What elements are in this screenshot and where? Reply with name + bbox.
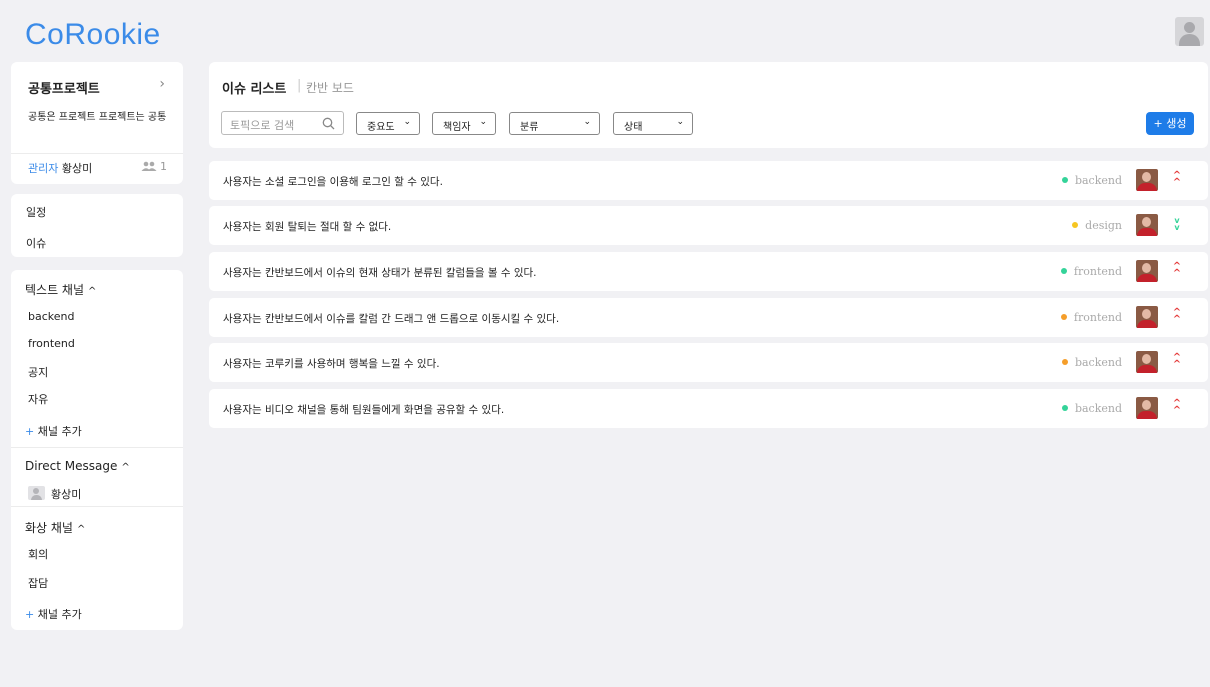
- project-admin: 관리자 황상미: [28, 160, 92, 176]
- tab-kanban-board[interactable]: 칸반 보드: [306, 79, 354, 96]
- assignee-avatar[interactable]: [1136, 351, 1158, 373]
- admin-name: 황상미: [61, 162, 93, 175]
- chevron-down-icon: ⌄: [676, 117, 684, 127]
- direct-message-header[interactable]: Direct Message ^: [25, 459, 130, 473]
- issue-toolbar: 이슈 리스트 | 칸반 보드 토픽으로 검색 중요도 ⌄ 책임자 ⌄ 분류 ⌄ 상태 ⌄…: [209, 62, 1208, 148]
- tag-dot: [1060, 314, 1067, 320]
- project-description: 공통은 프로젝트 프로젝트는 공통: [28, 112, 167, 123]
- issue-title[interactable]: 사용자는 소셜 로그인을 이용해 로그인 할 수 있다.: [223, 174, 443, 189]
- issue-tag: backend: [1061, 356, 1122, 369]
- create-issue-button[interactable]: + 생성: [1146, 112, 1194, 135]
- admin-label: 관리자: [28, 162, 59, 175]
- tab-separator: |: [297, 78, 302, 93]
- issue-row[interactable]: 사용자는 회원 탈퇴는 절대 할 수 없다. design v v: [209, 206, 1208, 245]
- priority-high-icon: ^ ^: [1172, 261, 1182, 279]
- issue-title[interactable]: 사용자는 비디오 채널을 통해 팀원들에게 화면을 공유할 수 있다.: [223, 402, 504, 417]
- priority-high-icon: ^ ^: [1172, 352, 1182, 370]
- nav-item-issues[interactable]: 이슈: [26, 235, 46, 251]
- filter-assignee[interactable]: 책임자 ⌄: [432, 112, 496, 135]
- chevron-up-icon: ^: [121, 462, 130, 473]
- text-channel-header[interactable]: 텍스트 채널 ^: [25, 281, 96, 298]
- issue-row[interactable]: 사용자는 칸반보드에서 이슈의 현재 상태가 분류된 칼럼들을 볼 수 있다. f…: [209, 252, 1208, 291]
- issue-tag: frontend: [1060, 311, 1122, 324]
- issue-tag: backend: [1061, 402, 1122, 415]
- filter-importance[interactable]: 중요도 ⌄: [356, 112, 420, 135]
- tag-dot: [1061, 177, 1068, 183]
- channel-card: 텍스트 채널 ^ backend frontend 공지 자유 + 채널 추가 D…: [11, 270, 183, 630]
- filter-status[interactable]: 상태 ⌄: [613, 112, 693, 135]
- priority-high-icon: ^ ^: [1172, 170, 1182, 188]
- tag-dot: [1061, 405, 1068, 411]
- tag-dot: [1061, 359, 1068, 365]
- plus-icon: +: [25, 608, 35, 621]
- member-count[interactable]: 1: [141, 160, 167, 173]
- assignee-avatar[interactable]: [1136, 214, 1158, 236]
- app-logo[interactable]: CoRookie: [25, 18, 161, 52]
- chevron-up-icon: ^: [76, 524, 86, 535]
- nav-item-schedule[interactable]: 일정: [26, 204, 46, 220]
- issue-tag: design: [1072, 219, 1122, 232]
- add-text-channel-button[interactable]: + 채널 추가: [25, 423, 82, 439]
- dm-avatar-icon: [28, 486, 45, 500]
- issue-title[interactable]: 사용자는 칸반보드에서 이슈의 현재 상태가 분류된 칼럼들을 볼 수 있다.: [223, 265, 537, 280]
- assignee-avatar[interactable]: [1136, 260, 1158, 282]
- group-icon: [141, 161, 157, 171]
- priority-high-icon: ^ ^: [1172, 307, 1182, 325]
- search-input[interactable]: 토픽으로 검색: [221, 111, 344, 135]
- project-card: 공통프로젝트 › 공통은 프로젝트 프로젝트는 공통 관리자 황상미 1: [11, 62, 183, 184]
- plus-icon: +: [25, 425, 35, 438]
- priority-high-icon: ^ ^: [1172, 398, 1182, 416]
- issue-row[interactable]: 사용자는 칸반보드에서 이슈를 칼럼 간 드래그 앤 드롭으로 이동시킬 수 있…: [209, 298, 1208, 337]
- issue-title[interactable]: 사용자는 칸반보드에서 이슈를 칼럼 간 드래그 앤 드롭으로 이동시킬 수 있…: [223, 311, 559, 326]
- search-icon: [322, 117, 335, 130]
- tab-issue-list[interactable]: 이슈 리스트: [222, 78, 286, 97]
- channel-item-free[interactable]: 자유: [28, 391, 48, 407]
- divider: [11, 153, 183, 154]
- chevron-right-icon[interactable]: ›: [159, 76, 165, 92]
- assignee-avatar[interactable]: [1136, 397, 1158, 419]
- chevron-down-icon: ⌄: [479, 117, 487, 127]
- search-placeholder: 토픽으로 검색: [230, 119, 295, 132]
- add-video-channel-button[interactable]: + 채널 추가: [25, 606, 82, 622]
- issue-title[interactable]: 사용자는 코루키를 사용하며 행복을 느낄 수 있다.: [223, 356, 440, 371]
- video-channel-meeting[interactable]: 회의: [28, 546, 48, 562]
- chevron-down-icon: ⌄: [403, 117, 411, 127]
- filter-category[interactable]: 분류 ⌄: [509, 112, 600, 135]
- chevron-down-icon: ⌄: [583, 117, 591, 127]
- video-channel-chat[interactable]: 잡담: [28, 575, 48, 591]
- channel-item-backend[interactable]: backend: [28, 310, 74, 323]
- user-icon: [1184, 22, 1195, 33]
- channel-item-notice[interactable]: 공지: [28, 364, 48, 380]
- tag-dot: [1060, 268, 1067, 274]
- channel-item-frontend[interactable]: frontend: [28, 337, 75, 350]
- issue-row[interactable]: 사용자는 비디오 채널을 통해 팀원들에게 화면을 공유할 수 있다. backe…: [209, 389, 1208, 428]
- dm-item[interactable]: 황상미: [51, 486, 81, 502]
- issue-tag: frontend: [1060, 265, 1122, 278]
- project-name: 공통프로젝트: [28, 82, 100, 97]
- user-avatar[interactable]: [1175, 17, 1204, 46]
- divider: [11, 506, 183, 507]
- issue-row[interactable]: 사용자는 소셜 로그인을 이용해 로그인 할 수 있다. backend ^ ^: [209, 161, 1208, 200]
- tag-dot: [1072, 222, 1079, 228]
- issue-tag: backend: [1061, 174, 1122, 187]
- priority-low-icon: vv: [1174, 216, 1180, 232]
- nav-card: 일정 이슈: [11, 194, 183, 257]
- divider: [11, 447, 183, 448]
- issue-row[interactable]: 사용자는 코루키를 사용하며 행복을 느낄 수 있다. backend ^ ^: [209, 343, 1208, 382]
- video-channel-header[interactable]: 화상 채널 ^: [25, 519, 85, 536]
- chevron-up-icon: ^: [88, 286, 97, 297]
- issue-title[interactable]: 사용자는 회원 탈퇴는 절대 할 수 없다.: [223, 219, 391, 234]
- assignee-avatar[interactable]: [1136, 306, 1158, 328]
- assignee-avatar[interactable]: [1136, 169, 1158, 191]
